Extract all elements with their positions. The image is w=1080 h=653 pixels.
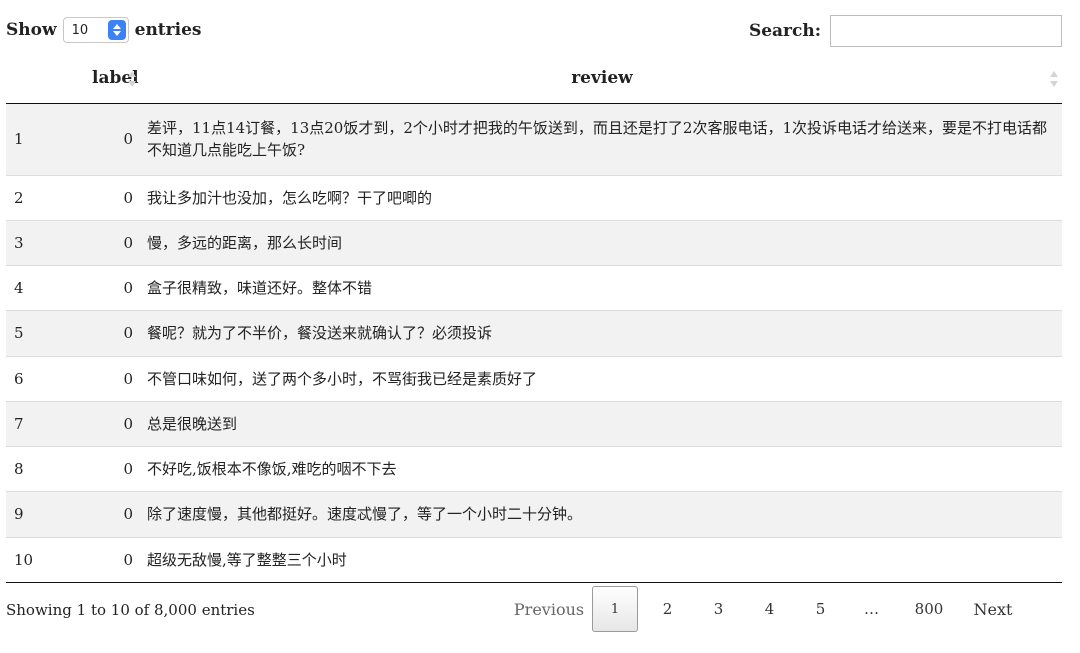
table-row: 10 0 超级无敌慢,等了整整三个小时 (6, 536, 1062, 583)
search-label: Search: (748, 21, 821, 41)
search-input[interactable] (830, 15, 1062, 47)
column-header-review[interactable]: review (142, 54, 1062, 104)
row-review: 不管口味如何，送了两个多小时，不骂街我已经是素质好了 (142, 355, 1062, 401)
next-page-button[interactable]: Next (961, 586, 1025, 632)
pagination: Previous 1 2 3 4 5 … 800 Next (506, 586, 1025, 632)
page-button-3[interactable]: 3 (693, 586, 744, 632)
table-row: 1 0 差评，11点14订餐，13点20饭才到，2个小时才把我的午饭送到，而且还… (6, 103, 1062, 175)
show-label: Show (6, 20, 57, 40)
select-arrows-icon (107, 20, 126, 40)
page-button-5[interactable]: 5 (795, 586, 846, 632)
row-review: 总是很晚送到 (142, 400, 1062, 446)
row-index: 10 (6, 536, 92, 583)
row-index: 5 (6, 309, 92, 356)
data-table: label review 1 0 差评，11点14订餐，13点20饭才到，2个小… (6, 54, 1062, 583)
page-length-select[interactable]: 10 (62, 17, 129, 43)
row-label: 0 (92, 490, 142, 537)
table-row: 9 0 除了速度慢，其他都挺好。速度忒慢了，等了一个小时二十分钟。 (6, 490, 1062, 537)
row-review: 除了速度慢，其他都挺好。速度忒慢了，等了一个小时二十分钟。 (142, 490, 1062, 537)
search-control: Search: (749, 15, 1062, 47)
table-row: 8 0 不好吃,饭根本不像饭,难吃的咽不下去 (6, 445, 1062, 491)
sort-icon (1050, 71, 1058, 87)
row-review: 慢，多远的距离，那么长时间 (142, 219, 1062, 265)
row-label: 0 (92, 445, 142, 491)
row-review: 差评，11点14订餐，13点20饭才到，2个小时才把我的午饭送到，而且还是打了2… (142, 103, 1062, 175)
entries-label: entries (134, 20, 202, 40)
row-index: 9 (6, 490, 92, 537)
table-row: 6 0 不管口味如何，送了两个多小时，不骂街我已经是素质好了 (6, 355, 1062, 401)
sort-icon (128, 71, 136, 87)
pagination-ellipsis: … (864, 600, 879, 618)
column-header-index[interactable] (6, 54, 92, 104)
row-label: 0 (92, 219, 142, 265)
table-row: 5 0 餐呢？就为了不半价，餐没送来就确认了？必须投诉 (6, 309, 1062, 356)
previous-page-button[interactable]: Previous (506, 586, 592, 632)
page-button-4[interactable]: 4 (744, 586, 795, 632)
row-label: 0 (92, 400, 142, 446)
row-review: 超级无敌慢,等了整整三个小时 (142, 536, 1062, 583)
row-review: 不好吃,饭根本不像饭,难吃的咽不下去 (142, 445, 1062, 491)
page-length-value: 10 (71, 22, 89, 38)
row-review: 餐呢？就为了不半价，餐没送来就确认了？必须投诉 (142, 309, 1062, 356)
column-header-review-text: review (571, 68, 633, 89)
column-header-label[interactable]: label (92, 54, 142, 104)
row-label: 0 (92, 309, 142, 356)
page-button-800[interactable]: 800 (897, 586, 961, 632)
row-label: 0 (92, 174, 142, 220)
row-label: 0 (92, 103, 142, 175)
row-index: 4 (6, 264, 92, 310)
row-index: 7 (6, 400, 92, 446)
table-header-row: label review (6, 54, 1062, 104)
row-label: 0 (92, 264, 142, 310)
table-row: 4 0 盒子很精致，味道还好。整体不错 (6, 264, 1062, 310)
table-controls: Show 10 entries Search: (0, 0, 1080, 54)
page-button-2[interactable]: 2 (642, 586, 693, 632)
row-review: 盒子很精致，味道还好。整体不错 (142, 264, 1062, 310)
page-button-1[interactable]: 1 (592, 586, 638, 632)
entries-info: Showing 1 to 10 of 8,000 entries (6, 601, 255, 619)
row-index: 1 (6, 103, 92, 175)
row-index: 2 (6, 174, 92, 220)
row-index: 8 (6, 445, 92, 491)
table-footer: Showing 1 to 10 of 8,000 entries Previou… (0, 586, 1080, 636)
row-label: 0 (92, 536, 142, 583)
table-row: 2 0 我让多加汁也没加，怎么吃啊？干了吧唧的 (6, 174, 1062, 220)
row-label: 0 (92, 355, 142, 401)
page-length-control: Show 10 entries (6, 17, 201, 43)
row-index: 3 (6, 219, 92, 265)
table-row: 7 0 总是很晚送到 (6, 400, 1062, 446)
table-row: 3 0 慢，多远的距离，那么长时间 (6, 219, 1062, 265)
row-index: 6 (6, 355, 92, 401)
row-review: 我让多加汁也没加，怎么吃啊？干了吧唧的 (142, 174, 1062, 220)
